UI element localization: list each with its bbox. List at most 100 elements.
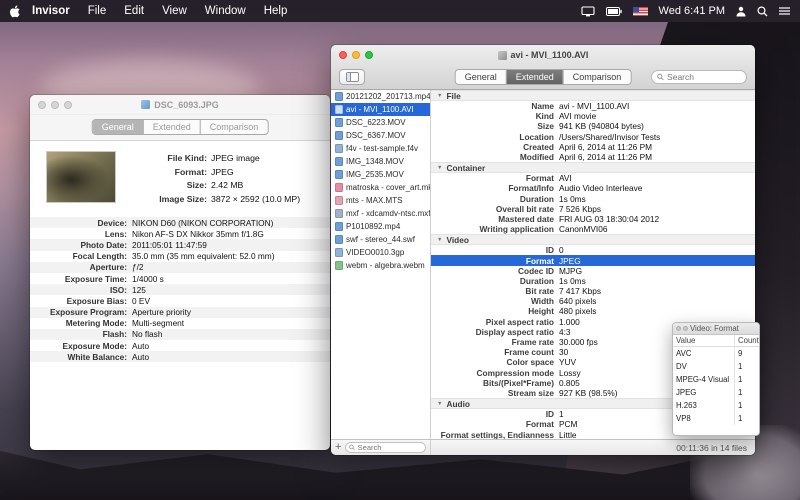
- tab-segment[interactable]: General: [92, 120, 144, 134]
- metadata-row[interactable]: Mastered date FRI AUG 03 18:30:04 2012: [431, 214, 755, 224]
- file-list-item[interactable]: webm - algebra.webm: [331, 259, 430, 272]
- menu-item[interactable]: View: [153, 5, 196, 17]
- spotlight-search-icon[interactable]: [757, 5, 768, 17]
- exif-row[interactable]: Exposure Program: Aperture priority: [30, 306, 330, 318]
- metadata-row[interactable]: Writing application CanonMVI06: [431, 224, 755, 234]
- minimize-button[interactable]: [51, 101, 59, 109]
- format-count-row[interactable]: JPEG 1: [673, 386, 759, 399]
- exif-row[interactable]: Exposure Mode: Auto: [30, 340, 330, 351]
- format-count-row[interactable]: H.263 1: [673, 399, 759, 412]
- metadata-row[interactable]: Overall bit rate 7 526 Kbps: [431, 204, 755, 214]
- tab-segment[interactable]: Extended: [506, 70, 564, 84]
- left-title-bar[interactable]: DSC_6093.JPG: [30, 95, 330, 115]
- metadata-row[interactable]: Duration 1s 0ms: [431, 194, 755, 204]
- file-list-item[interactable]: matroska - cover_art.mkv: [331, 181, 430, 194]
- exif-value: 35.0 mm (35 mm equivalent: 52.0 mm): [132, 251, 275, 262]
- metadata-row[interactable]: Name avi - MVI_1100.AVI: [431, 101, 755, 111]
- metadata-row[interactable]: Width 640 pixels: [431, 296, 755, 306]
- file-list-item[interactable]: P1010892.mp4: [331, 220, 430, 233]
- metadata-row[interactable]: Format JPEG: [431, 255, 755, 266]
- exif-row[interactable]: Aperture: ƒ/2: [30, 261, 330, 273]
- column-header-count[interactable]: Count: [735, 336, 759, 345]
- popover-pin-button[interactable]: [683, 326, 688, 331]
- menu-item[interactable]: File: [79, 5, 116, 17]
- column-header-value[interactable]: Value: [673, 335, 735, 346]
- apple-menu-icon[interactable]: [10, 5, 21, 18]
- add-file-button[interactable]: +: [335, 442, 341, 453]
- metadata-row[interactable]: Duration 1s 0ms: [431, 276, 755, 286]
- file-list-item[interactable]: IMG_1348.MOV: [331, 155, 430, 168]
- metadata-label: Duration: [519, 275, 554, 286]
- exif-row[interactable]: Focal Length: 35.0 mm (35 mm equivalent: …: [30, 251, 330, 262]
- file-list-item[interactable]: swf - stereo_44.swf: [331, 233, 430, 246]
- sidebar-search-field[interactable]: [345, 442, 426, 453]
- section-header[interactable]: ▼ File: [431, 90, 755, 101]
- menu-item[interactable]: Window: [196, 5, 255, 17]
- notification-center-icon[interactable]: [779, 6, 790, 16]
- disclosure-triangle-icon[interactable]: ▼: [437, 93, 442, 99]
- tab-segment[interactable]: Comparison: [201, 120, 268, 134]
- file-list-item[interactable]: DSC_6367.MOV: [331, 129, 430, 142]
- metadata-row[interactable]: Bit rate 7 417 Kbps: [431, 286, 755, 296]
- display-icon[interactable]: [580, 5, 595, 17]
- us-flag-icon[interactable]: [632, 6, 648, 16]
- menu-clock[interactable]: Wed 6:41 PM: [659, 5, 725, 17]
- format-count-row[interactable]: AVC 9: [673, 347, 759, 360]
- search-input[interactable]: [667, 72, 741, 82]
- section-header[interactable]: ▼ Container: [431, 162, 755, 174]
- exif-row[interactable]: Device: NIKON D60 (NIKON CORPORATION): [30, 217, 330, 229]
- disclosure-triangle-icon[interactable]: ▼: [437, 237, 442, 243]
- metadata-row[interactable]: Format/Info Audio Video Interleave: [431, 183, 755, 193]
- file-list-item[interactable]: DSC_6223.MOV: [331, 116, 430, 129]
- format-count-row[interactable]: VP8 1: [673, 412, 759, 425]
- metadata-row[interactable]: Modified April 6, 2014 at 11:26 PM: [431, 152, 755, 162]
- sidebar-search-input[interactable]: [357, 443, 422, 452]
- exif-row[interactable]: Photo Date: 2011:05:01 11:47:59: [30, 239, 330, 251]
- toolbar-search-field[interactable]: [651, 70, 747, 84]
- zoom-button[interactable]: [64, 101, 72, 109]
- menu-item[interactable]: Help: [255, 5, 297, 17]
- format-count-row[interactable]: MPEG-4 Visual 1: [673, 373, 759, 386]
- file-list-item[interactable]: mts - MAX.MTS: [331, 194, 430, 207]
- metadata-row[interactable]: Format AVI: [431, 173, 755, 183]
- file-list-item[interactable]: avi - MVI_1100.AVI: [331, 103, 430, 116]
- minimize-button[interactable]: [352, 51, 360, 59]
- close-button[interactable]: [339, 51, 347, 59]
- file-list-item[interactable]: f4v - test-sample.f4v: [331, 142, 430, 155]
- file-list-item[interactable]: VIDEO0010.3gp: [331, 246, 430, 259]
- file-list-item[interactable]: 20121202_201713.mp4: [331, 90, 430, 103]
- metadata-row[interactable]: Kind AVI movie: [431, 111, 755, 121]
- right-title-bar[interactable]: avi - MVI_1100.AVI: [331, 45, 755, 65]
- metadata-row[interactable]: Size 941 KB (940804 bytes): [431, 121, 755, 131]
- metadata-row[interactable]: Codec ID MJPG: [431, 266, 755, 276]
- menu-item[interactable]: Edit: [115, 5, 153, 17]
- popover-title-bar[interactable]: Video: Format: [673, 323, 759, 335]
- metadata-row[interactable]: Location/Users/Shared/Invisor Tests: [431, 132, 755, 142]
- metadata-row[interactable]: ID 0: [431, 245, 755, 255]
- file-list-item[interactable]: mxf - xdcamdv-ntsc.mxf: [331, 207, 430, 220]
- exif-row[interactable]: Metering Mode: Multi-segment: [30, 318, 330, 329]
- user-icon[interactable]: [736, 6, 746, 17]
- close-button[interactable]: [38, 101, 46, 109]
- exif-row[interactable]: ISO: 125: [30, 284, 330, 296]
- metadata-row[interactable]: Height 480 pixels: [431, 306, 755, 316]
- tab-segment[interactable]: General: [456, 70, 507, 84]
- format-count-row[interactable]: DV 1: [673, 360, 759, 373]
- disclosure-triangle-icon[interactable]: ▼: [437, 165, 442, 171]
- exif-row[interactable]: White Balance: Auto: [30, 351, 330, 363]
- file-list-item[interactable]: IMG_2535.MOV: [331, 168, 430, 181]
- tab-segment[interactable]: Extended: [144, 120, 201, 134]
- battery-icon[interactable]: [605, 6, 622, 16]
- menu-item[interactable]: Invisor: [23, 5, 79, 17]
- zoom-button[interactable]: [365, 51, 373, 59]
- exif-row[interactable]: Flash: No flash: [30, 328, 330, 341]
- metadata-row[interactable]: Created April 6, 2014 at 11:26 PM: [431, 142, 755, 152]
- tab-segment[interactable]: Comparison: [564, 70, 631, 84]
- sidebar-toggle-button[interactable]: [339, 69, 365, 85]
- section-header[interactable]: ▼ Video: [431, 234, 755, 246]
- exif-row[interactable]: Exposure Time: 1/4000 s: [30, 273, 330, 284]
- popover-close-button[interactable]: [676, 326, 681, 331]
- exif-row[interactable]: Exposure Bias: 0 EV: [30, 295, 330, 306]
- exif-row[interactable]: Lens: Nikon AF-S DX Nikkor 35mm f/1.8G: [30, 228, 330, 239]
- disclosure-triangle-icon[interactable]: ▼: [437, 401, 442, 407]
